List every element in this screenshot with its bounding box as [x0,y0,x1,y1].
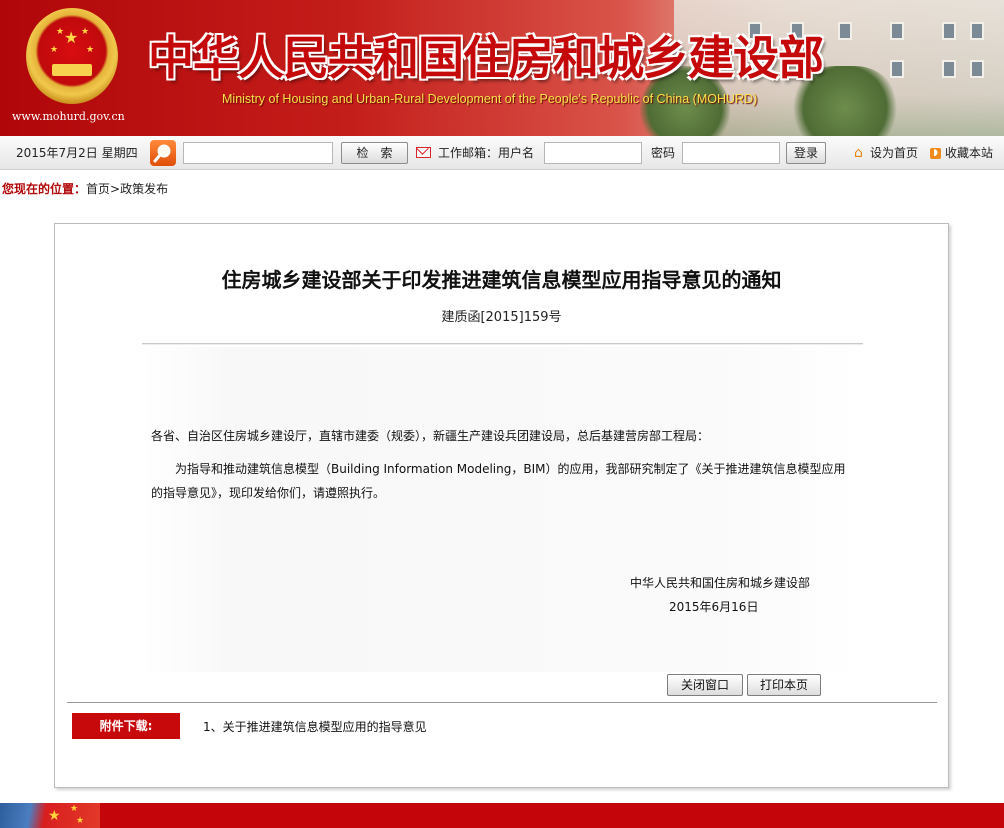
gate-icon [52,64,92,76]
search-icon[interactable] [150,140,176,166]
password-field[interactable] [682,142,780,164]
close-window-button[interactable]: 关闭窗口 [667,674,743,696]
bookmark-icon: ◗ [930,148,941,159]
print-page-button[interactable]: 打印本页 [747,674,821,696]
breadcrumb-current[interactable]: 政策发布 [120,182,168,196]
breadcrumb-lead: 您现在的位置： [2,182,87,196]
title-divider [142,343,863,345]
mail-icon [416,147,431,158]
article-body: 为指导和推动建筑信息模型（Building Information Modeli… [151,462,846,500]
breadcrumb-separator: > [110,182,121,196]
building-window [890,22,904,40]
signature-organization: 中华人民共和国住房和城乡建设部 [630,576,811,590]
star-icon: ★ [48,808,61,824]
article-title: 住房城乡建设部关于印发推进建筑信息模型应用指导意见的通知 [221,268,782,292]
document-number: 建质函[2015]159号 [441,310,562,325]
search-button[interactable]: 检 索 [341,142,408,164]
site-subtitle: Ministry of Housing and Urban-Rural Deve… [222,92,758,106]
search-input[interactable] [183,142,333,164]
site-title: 中华人民共和国住房和城乡建设部 [148,31,824,85]
mail-username-label: 工作邮箱：用户名 [438,146,535,160]
building-window [970,22,984,40]
building-window [838,22,852,40]
national-emblem-icon: ★ ★ ★ ★ ★ [26,8,118,104]
footer-banner: ★ ★ ★ [0,803,1004,828]
bookmark-link[interactable]: 收藏本站 [945,136,993,170]
attachment-link[interactable]: 1、关于推进建筑信息模型应用的指导意见 [203,718,427,735]
building-window [890,60,904,78]
site-url: www.mohurd.gov.cn [12,110,125,123]
star-icon: ★ [76,816,85,826]
breadcrumb: 您现在的位置：首页>政策发布 [2,180,168,197]
top-toolbar: 2015年7月2日 星期四 检 索 工作邮箱：用户名 密码 登录 ⌂ 设为首页 … [0,136,1004,170]
attachments-divider [67,702,937,703]
header-banner: ★ ★ ★ ★ ★ www.mohurd.gov.cn 中华人民共和国住房和城乡… [0,0,1004,136]
article-card: 住房城乡建设部关于印发推进建筑信息模型应用指导意见的通知 建质函[2015]15… [54,223,949,788]
current-date: 2015年7月2日 星期四 [16,146,138,160]
username-field[interactable] [544,142,642,164]
star-icon: ★ [70,804,79,814]
password-label: 密码 [651,146,676,160]
set-homepage-link[interactable]: 设为首页 [870,136,918,170]
building-window [970,60,984,78]
home-icon: ⌂ [854,145,863,161]
article-body-background [142,347,863,672]
attachments-label: 附件下载: [72,713,180,739]
article-salutation: 各省、自治区住房城乡建设厅，直辖市建委（规委），新疆生产建设兵团建设局，总后基建… [151,429,710,443]
building-window [942,60,956,78]
breadcrumb-home-link[interactable]: 首页 [86,182,110,196]
login-button[interactable]: 登录 [786,142,826,164]
building-window [942,22,956,40]
signature-date: 2015年6月16日 [669,600,759,614]
